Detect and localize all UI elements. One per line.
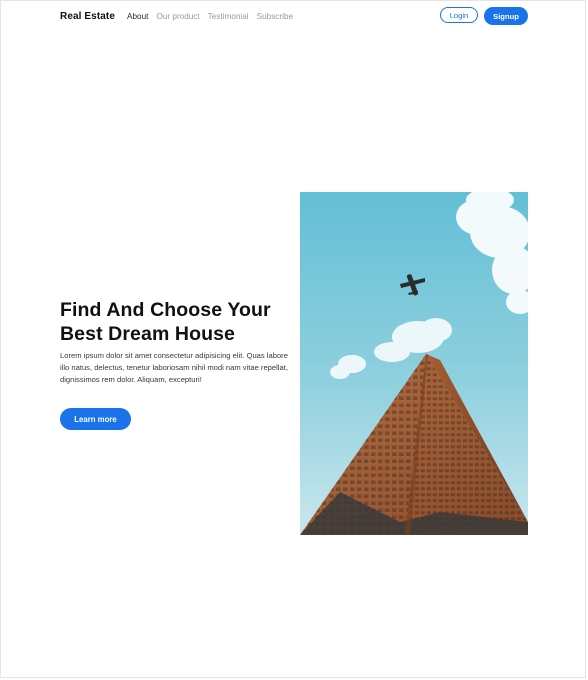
hero-description: Lorem ipsum dolor sit amet consectetur a… xyxy=(60,351,288,384)
hero-building-image xyxy=(300,192,528,535)
hero-title: Find And Choose Your Best Dream House xyxy=(60,298,292,346)
top-navbar: Real Estate About Our product Testimonia… xyxy=(60,7,528,25)
skyscraper-photo xyxy=(300,192,528,535)
hero-title-line-2: Best Dream House xyxy=(60,323,235,345)
hero-section: Find And Choose Your Best Dream House Lo… xyxy=(60,298,292,386)
nav-link-our-product[interactable]: Our product xyxy=(156,12,199,21)
signup-button[interactable]: Signup xyxy=(484,7,528,25)
nav-link-about[interactable]: About xyxy=(127,12,148,21)
nav-links: About Our product Testimonial Subscribe xyxy=(127,12,301,21)
nav-actions: Login Signup xyxy=(440,7,528,25)
learn-more-button[interactable]: Learn more xyxy=(60,408,131,430)
nav-link-testimonial[interactable]: Testimonial xyxy=(208,12,249,21)
login-button[interactable]: Login xyxy=(440,7,478,23)
hero-title-line-1: Find And Choose Your xyxy=(60,299,271,321)
brand-logo[interactable]: Real Estate xyxy=(60,11,115,22)
nav-link-subscribe[interactable]: Subscribe xyxy=(257,12,293,21)
